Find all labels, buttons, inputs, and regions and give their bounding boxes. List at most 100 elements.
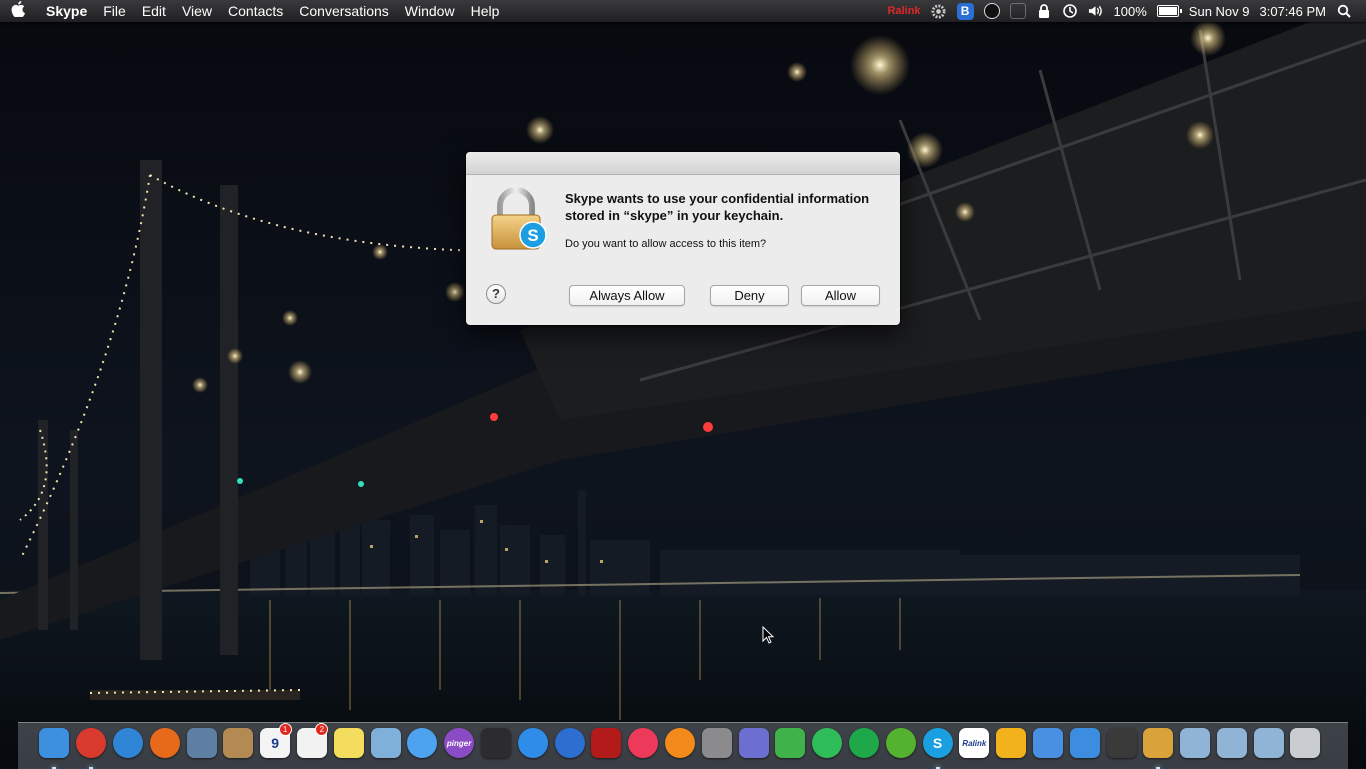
dock-firefox-glyph — [149, 728, 180, 758]
dock-xcode-tools-glyph — [1032, 728, 1063, 758]
dock-spotify-alt-glyph — [848, 728, 879, 758]
mouse-cursor-icon — [762, 625, 775, 649]
dock-pinger-icon[interactable]: pinger — [441, 725, 478, 761]
dock-calendar-label: 9 — [271, 735, 280, 751]
dock-spotify-glyph — [812, 728, 843, 758]
menu-contacts[interactable]: Contacts — [220, 0, 291, 22]
dock-ibooks-glyph — [664, 728, 695, 758]
round-app-icon[interactable] — [983, 3, 1000, 19]
dock-reminders-icon[interactable]: 2 — [294, 723, 331, 761]
dock-utorrent-icon[interactable] — [882, 725, 919, 761]
spotlight-icon[interactable] — [1336, 3, 1352, 19]
svg-text:S: S — [527, 226, 538, 245]
dock-spotify-icon[interactable] — [809, 725, 846, 761]
dock-ralink-utility-icon[interactable]: Ralink — [956, 725, 993, 761]
battery-icon[interactable] — [1156, 5, 1182, 17]
menu-view[interactable]: View — [174, 0, 220, 22]
dock-downloads-folder-icon[interactable] — [1250, 725, 1287, 761]
dock-chrome-glyph — [76, 728, 107, 758]
dialog-titlebar[interactable] — [466, 152, 900, 175]
lock-icon[interactable] — [1036, 3, 1052, 19]
keychain-lock-icon: S — [490, 187, 548, 252]
dock-xcode-tools-icon[interactable] — [1030, 725, 1067, 761]
menu-file[interactable]: File — [95, 0, 134, 22]
dock-messages-icon[interactable] — [404, 725, 441, 761]
battery-percent[interactable]: 100% — [1114, 4, 1147, 19]
dock-itunes-icon[interactable] — [625, 725, 662, 761]
dock-skype-icon[interactable]: S — [919, 725, 956, 769]
date-label[interactable]: Sun Nov 9 — [1189, 4, 1250, 19]
status-area: Ralink B 100% Sun Nov 9 3:07:46 PM — [888, 2, 1366, 20]
dock-utilities-folder-glyph — [1216, 728, 1247, 758]
dock-applications-folder-glyph — [1180, 728, 1211, 758]
dock-system-preferences-icon[interactable] — [698, 725, 735, 761]
desktop-wallpaper — [0, 0, 1366, 768]
dock-fairy-app-icon[interactable] — [772, 725, 809, 761]
dock-calendar-badge: 1 — [278, 723, 292, 736]
dock-itunes-connect-glyph — [554, 728, 585, 758]
dock-keychain-access-glyph — [1143, 728, 1174, 758]
dock-preview-photos-icon[interactable] — [367, 725, 404, 761]
dock-ibooks-icon[interactable] — [662, 725, 699, 761]
dock-trash-icon[interactable] — [1287, 725, 1324, 761]
dock-utilities-folder-icon[interactable] — [1214, 725, 1251, 761]
ralink-status[interactable]: Ralink — [888, 5, 921, 17]
dock-contacts-glyph — [223, 728, 254, 758]
dock-contacts-icon[interactable] — [220, 725, 257, 761]
dock-ralink-utility-label: Ralink — [962, 738, 987, 748]
dock-speed-app-glyph — [1106, 728, 1137, 758]
dock-app-store-icon[interactable] — [514, 725, 551, 761]
allow-button[interactable]: Allow — [801, 285, 880, 306]
keychain-access-dialog: S Skype wants to use your confidential i… — [466, 152, 900, 325]
always-allow-button[interactable]: Always Allow — [569, 285, 685, 306]
dock-speed-app-icon[interactable] — [1103, 725, 1140, 761]
dock-chrome-icon[interactable] — [73, 725, 110, 769]
menu-edit[interactable]: Edit — [134, 0, 174, 22]
dock-applications-folder-icon[interactable] — [1177, 725, 1214, 761]
dock-safari-glyph — [112, 728, 143, 758]
dock-system-preferences-glyph — [701, 728, 732, 758]
dock-notes-glyph — [333, 728, 364, 758]
dock-utorrent-glyph — [885, 728, 916, 758]
dock-preview-photos-glyph — [370, 728, 401, 758]
time-machine-icon[interactable] — [1062, 3, 1078, 19]
gear-icon[interactable] — [931, 3, 947, 19]
dock-calendar-icon[interactable]: 91 — [257, 723, 294, 761]
dock-xcode-icon[interactable] — [1066, 725, 1103, 761]
dock-spotify-alt-icon[interactable] — [846, 725, 883, 761]
dock-notes-icon[interactable] — [330, 725, 367, 761]
grey-app-icon[interactable] — [1009, 3, 1026, 19]
dock-items: 9 1 2 pinger S Ralink — [36, 723, 1324, 769]
dock-trash-glyph — [1290, 728, 1321, 758]
menu-conversations[interactable]: Conversations — [291, 0, 397, 22]
menu-app-skype[interactable]: Skype — [36, 0, 95, 22]
dock-finder-icon[interactable] — [36, 725, 73, 769]
dock-facetime-icon[interactable] — [478, 725, 515, 761]
menu-window[interactable]: Window — [397, 0, 463, 22]
b-app-icon[interactable]: B — [956, 2, 974, 20]
help-button[interactable]: ? — [486, 284, 506, 304]
dock-itunes-connect-icon[interactable] — [551, 725, 588, 761]
menu-bar: Skype File Edit View Contacts Conversati… — [0, 0, 1366, 22]
dock-preview-glyph — [186, 728, 217, 758]
dock-firefox-icon[interactable] — [146, 725, 183, 761]
dock-xcode-glyph — [1069, 728, 1100, 758]
dock-pinger-label: pinger — [446, 738, 472, 748]
dock-pinger-glyph: pinger — [444, 728, 475, 758]
dock-preview-icon[interactable] — [183, 725, 220, 761]
apple-icon[interactable] — [0, 1, 36, 21]
dialog-question: Do you want to allow access to this item… — [565, 238, 767, 250]
dialog-message: Skype wants to use your confidential inf… — [565, 191, 870, 223]
dock-fairy-app-glyph — [775, 728, 806, 758]
dock-wifi-utility-icon[interactable] — [993, 725, 1030, 761]
dock-wizard-app-icon[interactable] — [735, 725, 772, 761]
dock-safari-icon[interactable] — [110, 725, 147, 761]
dock-photo-booth-icon[interactable] — [588, 725, 625, 761]
dock-keychain-access-icon[interactable] — [1140, 725, 1177, 769]
time-label[interactable]: 3:07:46 PM — [1260, 4, 1327, 19]
volume-icon[interactable] — [1088, 3, 1104, 19]
menu-help[interactable]: Help — [463, 0, 508, 22]
deny-button[interactable]: Deny — [710, 285, 789, 306]
dock-wifi-utility-glyph — [996, 728, 1027, 758]
dock-messages-glyph — [407, 728, 438, 758]
